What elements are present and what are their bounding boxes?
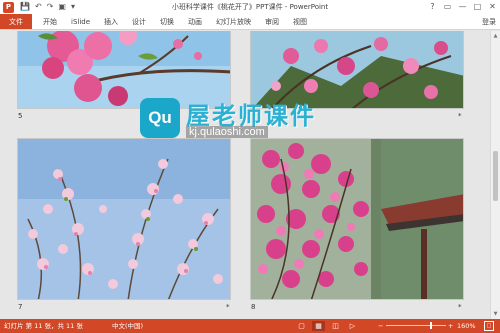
window-controls: ? ▭ — □ ✕ (425, 0, 500, 14)
zoom-level[interactable]: 160% (457, 319, 476, 333)
save-icon[interactable]: 💾 (20, 1, 30, 13)
tab-review[interactable]: 审阅 (258, 14, 286, 29)
language-status[interactable]: 中文(中国) (112, 319, 143, 333)
tab-list: 开始 iSlide 插入 设计 切换 动画 幻灯片放映 审阅 视图 (36, 14, 314, 29)
tab-animations[interactable]: 动画 (181, 14, 209, 29)
fit-to-window-icon[interactable]: □ (484, 321, 494, 331)
ribbon-display-button[interactable]: ▭ (440, 0, 455, 14)
vertical-scrollbar[interactable]: ▲ ▼ (490, 31, 500, 319)
slide-thumbnail-8[interactable] (250, 138, 464, 300)
tab-islide[interactable]: iSlide (64, 14, 97, 29)
tab-view[interactable]: 视图 (286, 14, 314, 29)
ribbon-tabs: 文件 开始 iSlide 插入 设计 切换 动画 幻灯片放映 审阅 视图 登录 (0, 14, 500, 30)
minimize-button[interactable]: — (455, 0, 470, 14)
scroll-up-icon[interactable]: ▲ (491, 31, 500, 41)
start-presentation-icon[interactable]: ▣ (58, 1, 66, 13)
tab-insert[interactable]: 插入 (97, 14, 125, 29)
scroll-down-icon[interactable]: ▼ (491, 309, 500, 319)
file-tab[interactable]: 文件 (0, 14, 32, 29)
slide-number-7: 7 (18, 303, 23, 311)
tab-slideshow[interactable]: 幻灯片放映 (209, 14, 258, 29)
maximize-button[interactable]: □ (470, 0, 485, 14)
tab-home[interactable]: 开始 (36, 14, 64, 29)
reading-view-icon[interactable]: ◫ (329, 321, 342, 331)
login-link[interactable]: 登录 (482, 14, 496, 30)
tab-design[interactable]: 设计 (125, 14, 153, 29)
tab-transitions[interactable]: 切换 (153, 14, 181, 29)
quick-access-toolbar: 💾 ↶ ↷ ▣ ▾ (20, 1, 75, 13)
customize-qat-icon[interactable]: ▾ (71, 1, 75, 13)
site-watermark: Qu 屋老师课件 kj.qulaoshi.com (140, 98, 370, 142)
zoom-in-button[interactable]: + (448, 319, 453, 333)
undo-icon[interactable]: ↶ (35, 1, 42, 13)
peach-blossom-sky-photo (18, 139, 230, 299)
status-bar: 幻灯片 第 11 张，共 11 张 中文(中国) ▢ ▦ ◫ ▷ − + 160… (0, 319, 500, 333)
slide-animation-marker-6: * (458, 112, 462, 120)
peach-blossom-pavilion-photo (251, 139, 463, 299)
redo-icon[interactable]: ↷ (47, 1, 54, 13)
zoom-slider-knob[interactable] (430, 322, 432, 329)
help-button[interactable]: ? (425, 0, 440, 14)
slide-sorter-area: 5 * 7 * 8 * Qu 屋老师课件 kj.qulaoshi.com (0, 31, 500, 319)
title-bar: P 💾 ↶ ↷ ▣ ▾ 小班科学课件《桃花开了》PPT课件 - PowerPoi… (0, 0, 500, 14)
slide-number-5: 5 (18, 112, 23, 120)
close-button[interactable]: ✕ (485, 0, 500, 14)
slide-animation-marker-8: * (458, 303, 462, 311)
slide-sorter-view-icon[interactable]: ▦ (312, 321, 325, 331)
powerpoint-logo-icon: P (3, 1, 14, 13)
watermark-logo-icon: Qu (140, 98, 180, 138)
slide-count-status: 幻灯片 第 11 张，共 11 张 (4, 322, 83, 330)
slide-thumbnail-7[interactable] (17, 138, 231, 300)
scroll-thumb[interactable] (493, 151, 498, 201)
zoom-out-button[interactable]: − (378, 319, 383, 333)
slide-animation-marker-7: * (226, 303, 230, 311)
zoom-slider[interactable] (386, 325, 446, 326)
slideshow-view-icon[interactable]: ▷ (346, 321, 359, 331)
slide-number-8: 8 (251, 303, 256, 311)
normal-view-icon[interactable]: ▢ (295, 321, 308, 331)
view-buttons: ▢ ▦ ◫ ▷ (295, 321, 359, 331)
watermark-url: kj.qulaoshi.com (186, 126, 268, 138)
